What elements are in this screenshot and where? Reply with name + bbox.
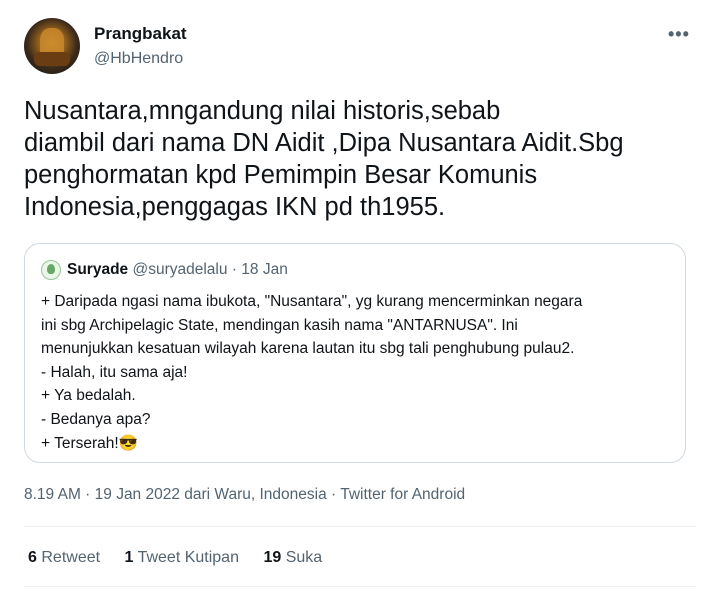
quoted-author-name[interactable]: Suryade <box>67 261 128 278</box>
quoted-tweet-header: Suryade @suryadelalu · 18 Jan <box>67 261 288 279</box>
avatar-base <box>34 52 70 66</box>
more-options-icon[interactable]: ••• <box>668 24 690 45</box>
quote-tweet-stat[interactable]: 1 Tweet Kutipan <box>125 549 239 566</box>
divider <box>24 586 696 587</box>
tweet-metadata[interactable]: 8.19 AM · 19 Jan 2022 dari Waru, Indones… <box>24 486 465 504</box>
like-stat[interactable]: 19 Suka <box>263 549 322 566</box>
like-count: 19 <box>263 549 282 566</box>
quoted-date[interactable]: 18 Jan <box>241 261 288 278</box>
engagement-stats: 6 Retweet 1 Tweet Kutipan 19 Suka <box>28 549 342 567</box>
quoted-tweet-card[interactable]: Suryade @suryadelalu · 18 Jan + Daripada… <box>24 243 686 463</box>
author-handle[interactable]: @HbHendro <box>94 50 183 68</box>
quote-tweet-count: 1 <box>124 549 134 566</box>
divider <box>24 526 696 527</box>
quoted-author-handle[interactable]: @suryadelalu <box>132 261 227 278</box>
retweet-label: Retweet <box>41 549 101 566</box>
retweet-count: 6 <box>28 549 37 566</box>
author-display-name[interactable]: Prangbakat <box>94 24 187 44</box>
tweet-text: Nusantara,mngandung nilai historis,sebab… <box>24 97 624 221</box>
author-avatar[interactable] <box>24 18 80 74</box>
quoted-separator: · <box>231 261 237 278</box>
like-label: Suka <box>285 549 323 566</box>
quoted-tweet-text: + Daripada ngasi nama ibukota, "Nusantar… <box>41 293 583 452</box>
quoted-author-avatar[interactable] <box>41 260 61 280</box>
quote-tweet-label: Tweet Kutipan <box>137 549 239 566</box>
retweet-stat[interactable]: 6 Retweet <box>28 549 100 566</box>
